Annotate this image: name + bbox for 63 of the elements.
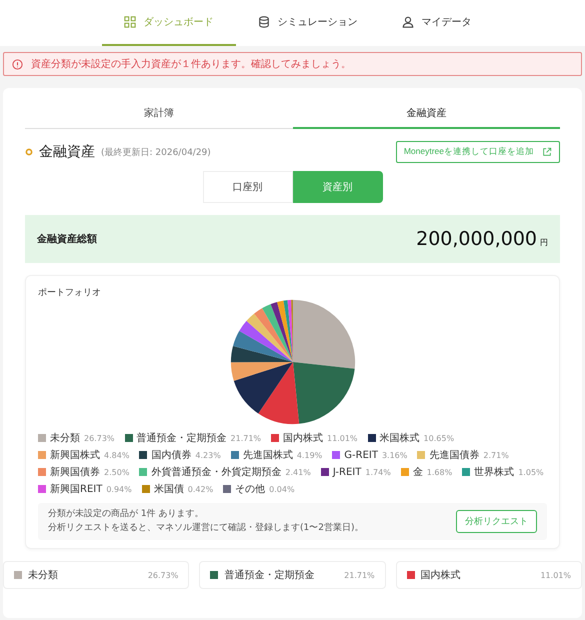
legend-percent: 1.74% bbox=[365, 468, 391, 476]
nav-tab[interactable]: マイデータ bbox=[380, 0, 494, 46]
legend-label: その他 bbox=[235, 483, 266, 496]
view-toggle-button[interactable]: 口座別 bbox=[202, 171, 292, 203]
currency-unit: 円 bbox=[540, 237, 548, 248]
bullet-icon bbox=[25, 148, 33, 156]
external-link-icon bbox=[542, 147, 552, 157]
last-updated: (最終更新日: 2026/04/29) bbox=[101, 146, 211, 158]
legend-label: 世界株式 bbox=[474, 466, 514, 479]
legend-percent: 0.42% bbox=[188, 484, 214, 494]
legend-label: 新興国株式 bbox=[50, 448, 100, 462]
page-tab[interactable]: 家計簿 bbox=[25, 96, 292, 129]
notice-text: 分類が未設定の商品が 1件 あります。 bbox=[48, 508, 204, 521]
legend-label: 普通預金・定期預金 bbox=[136, 432, 227, 445]
legend-percent: 0.94% bbox=[106, 484, 132, 494]
legend-label: 新興国REIT bbox=[50, 482, 102, 496]
legend-label: 国内株式 bbox=[283, 432, 324, 445]
category-name: 普通預金・定期預金 bbox=[224, 568, 314, 582]
legend-label: 金 bbox=[412, 466, 423, 479]
legend-label: 先進国株式 bbox=[242, 448, 293, 462]
category-card[interactable]: 国内株式 11.01% bbox=[396, 561, 582, 589]
legend-percent: 10.65% bbox=[424, 434, 454, 442]
category-percent: 26.73% bbox=[148, 570, 178, 580]
user-icon bbox=[402, 16, 414, 28]
legend-label: 米国債 bbox=[154, 482, 184, 496]
legend-percent: 2.50% bbox=[104, 468, 130, 476]
legend-label: 外貨普通預金・外貨定期預金 bbox=[151, 466, 282, 479]
legend-percent: 1.05% bbox=[518, 468, 544, 476]
legend-label: 米国株式 bbox=[380, 432, 420, 445]
legend-percent: 3.16% bbox=[382, 450, 408, 460]
alert-text: 資産分類が未設定の手入力資産が１件あります。確認してみましょう。 bbox=[31, 58, 351, 71]
legend-percent: 0.04% bbox=[269, 484, 295, 494]
legend-label: 新興国債券 bbox=[50, 466, 100, 479]
legend-percent: 21.71% bbox=[230, 434, 262, 442]
legend-percent: 4.23% bbox=[195, 450, 221, 460]
total-amount: 200,000,000 bbox=[416, 228, 537, 250]
legend-label: J-REIT bbox=[332, 466, 362, 478]
legend-percent: 26.73% bbox=[84, 434, 115, 442]
portfolio-title: ポートフォリオ bbox=[38, 287, 102, 299]
legend-label: 未分類 bbox=[50, 432, 80, 445]
section-title: 金融資産 bbox=[39, 143, 95, 161]
category-percent: 21.71% bbox=[344, 570, 375, 580]
total-label: 金融資産総額 bbox=[37, 232, 97, 246]
nav-tab[interactable]: シミュレーション bbox=[236, 0, 380, 46]
legend-percent: 4.19% bbox=[296, 450, 322, 460]
legend-percent: 1.68% bbox=[426, 468, 452, 476]
category-percent: 11.01% bbox=[540, 570, 571, 580]
database-icon bbox=[258, 16, 270, 28]
category-name: 未分類 bbox=[28, 568, 58, 582]
legend-percent: 2.71% bbox=[483, 450, 509, 460]
alert-icon bbox=[12, 58, 23, 70]
notice-text: 分析リクエストを送ると、マネソル運営にて確認・登録します(1〜2営業日)。 bbox=[48, 522, 364, 534]
grid-icon bbox=[124, 16, 136, 28]
legend-percent: 11.01% bbox=[327, 434, 358, 442]
category-card[interactable]: 未分類 26.73% bbox=[3, 561, 190, 589]
legend-percent: 4.84% bbox=[104, 450, 130, 460]
category-card[interactable]: 普通預金・定期預金 21.71% bbox=[199, 561, 386, 589]
legend-label: 国内債券 bbox=[151, 448, 192, 462]
legend-label: G-REIT bbox=[344, 450, 378, 460]
legend-label: 先進国債券 bbox=[429, 448, 480, 462]
legend-percent: 2.41% bbox=[285, 468, 311, 476]
category-name: 国内株式 bbox=[420, 568, 461, 582]
page-tab[interactable]: 金融資産 bbox=[292, 96, 560, 129]
